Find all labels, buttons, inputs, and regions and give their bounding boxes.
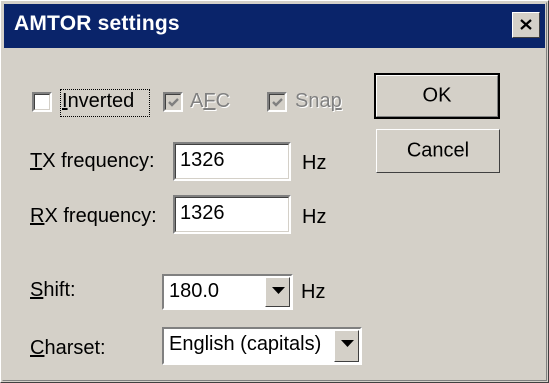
shift-combobox[interactable]: 180.0 (162, 274, 293, 310)
tx-unit: Hz (302, 152, 327, 174)
charset-value: English (capitals) (169, 333, 322, 355)
afc-label-pre: A (190, 90, 204, 112)
snap-label-mnemonic: p (330, 90, 342, 112)
cancel-button[interactable]: Cancel (376, 129, 500, 173)
rx-frequency-input[interactable]: 1326 (173, 195, 291, 234)
rx-frequency-label: RX frequency: (30, 205, 157, 228)
charset-label: Charset: (30, 337, 106, 360)
charset-label-mnemonic: C (30, 337, 45, 359)
shift-dropdown-button[interactable] (265, 277, 290, 307)
close-icon (520, 19, 532, 30)
rx-label-mnemonic: R (30, 205, 45, 227)
shift-unit: Hz (301, 281, 326, 303)
tx-label-mnemonic: T (30, 150, 43, 172)
dropdown-arrow-icon (341, 340, 354, 347)
checkmark-icon (272, 98, 283, 107)
charset-combobox[interactable]: English (capitals) (162, 327, 362, 365)
inverted-checkbox[interactable] (32, 92, 52, 112)
title-bar[interactable]: AMTOR settings (4, 4, 545, 48)
snap-checkbox[interactable] (267, 92, 287, 112)
dialog-frame (2, 2, 547, 381)
afc-label[interactable]: AFC (190, 90, 230, 113)
inverted-label-rest: nverted (67, 90, 135, 112)
checkmark-icon (168, 98, 179, 107)
shift-label-rest: hift: (43, 279, 76, 301)
ok-button[interactable]: OK (374, 73, 500, 119)
ok-button-label: OK (422, 84, 452, 107)
rx-label-rest: X frequency: (44, 205, 157, 227)
tx-label-rest: X frequency: (42, 150, 155, 172)
tx-frequency-input[interactable]: 1326 (173, 142, 291, 181)
rx-frequency-value: 1326 (180, 202, 225, 224)
close-button[interactable] (512, 12, 540, 38)
rx-unit: Hz (302, 206, 327, 228)
inverted-label[interactable]: Inverted (62, 90, 134, 113)
snap-label[interactable]: Snap (295, 90, 342, 113)
amtor-settings-dialog: AMTOR settings Inverted AFC Snap TX freq… (0, 0, 549, 383)
tx-frequency-value: 1326 (180, 149, 225, 171)
afc-label-rest: C (215, 90, 231, 112)
tx-frequency-label: TX frequency: (30, 150, 155, 173)
dialog-title: AMTOR settings (14, 12, 180, 35)
charset-dropdown-button[interactable] (334, 330, 359, 362)
cancel-button-label: Cancel (406, 139, 470, 162)
charset-label-rest: harset: (44, 337, 106, 359)
snap-label-pre: Sna (295, 90, 331, 112)
shift-label-mnemonic: S (30, 279, 44, 301)
afc-label-mnemonic: F (203, 90, 216, 112)
shift-value: 180.0 (169, 280, 220, 302)
dropdown-arrow-icon (272, 287, 285, 294)
shift-label: Shift: (30, 279, 76, 302)
afc-checkbox[interactable] (163, 92, 183, 112)
